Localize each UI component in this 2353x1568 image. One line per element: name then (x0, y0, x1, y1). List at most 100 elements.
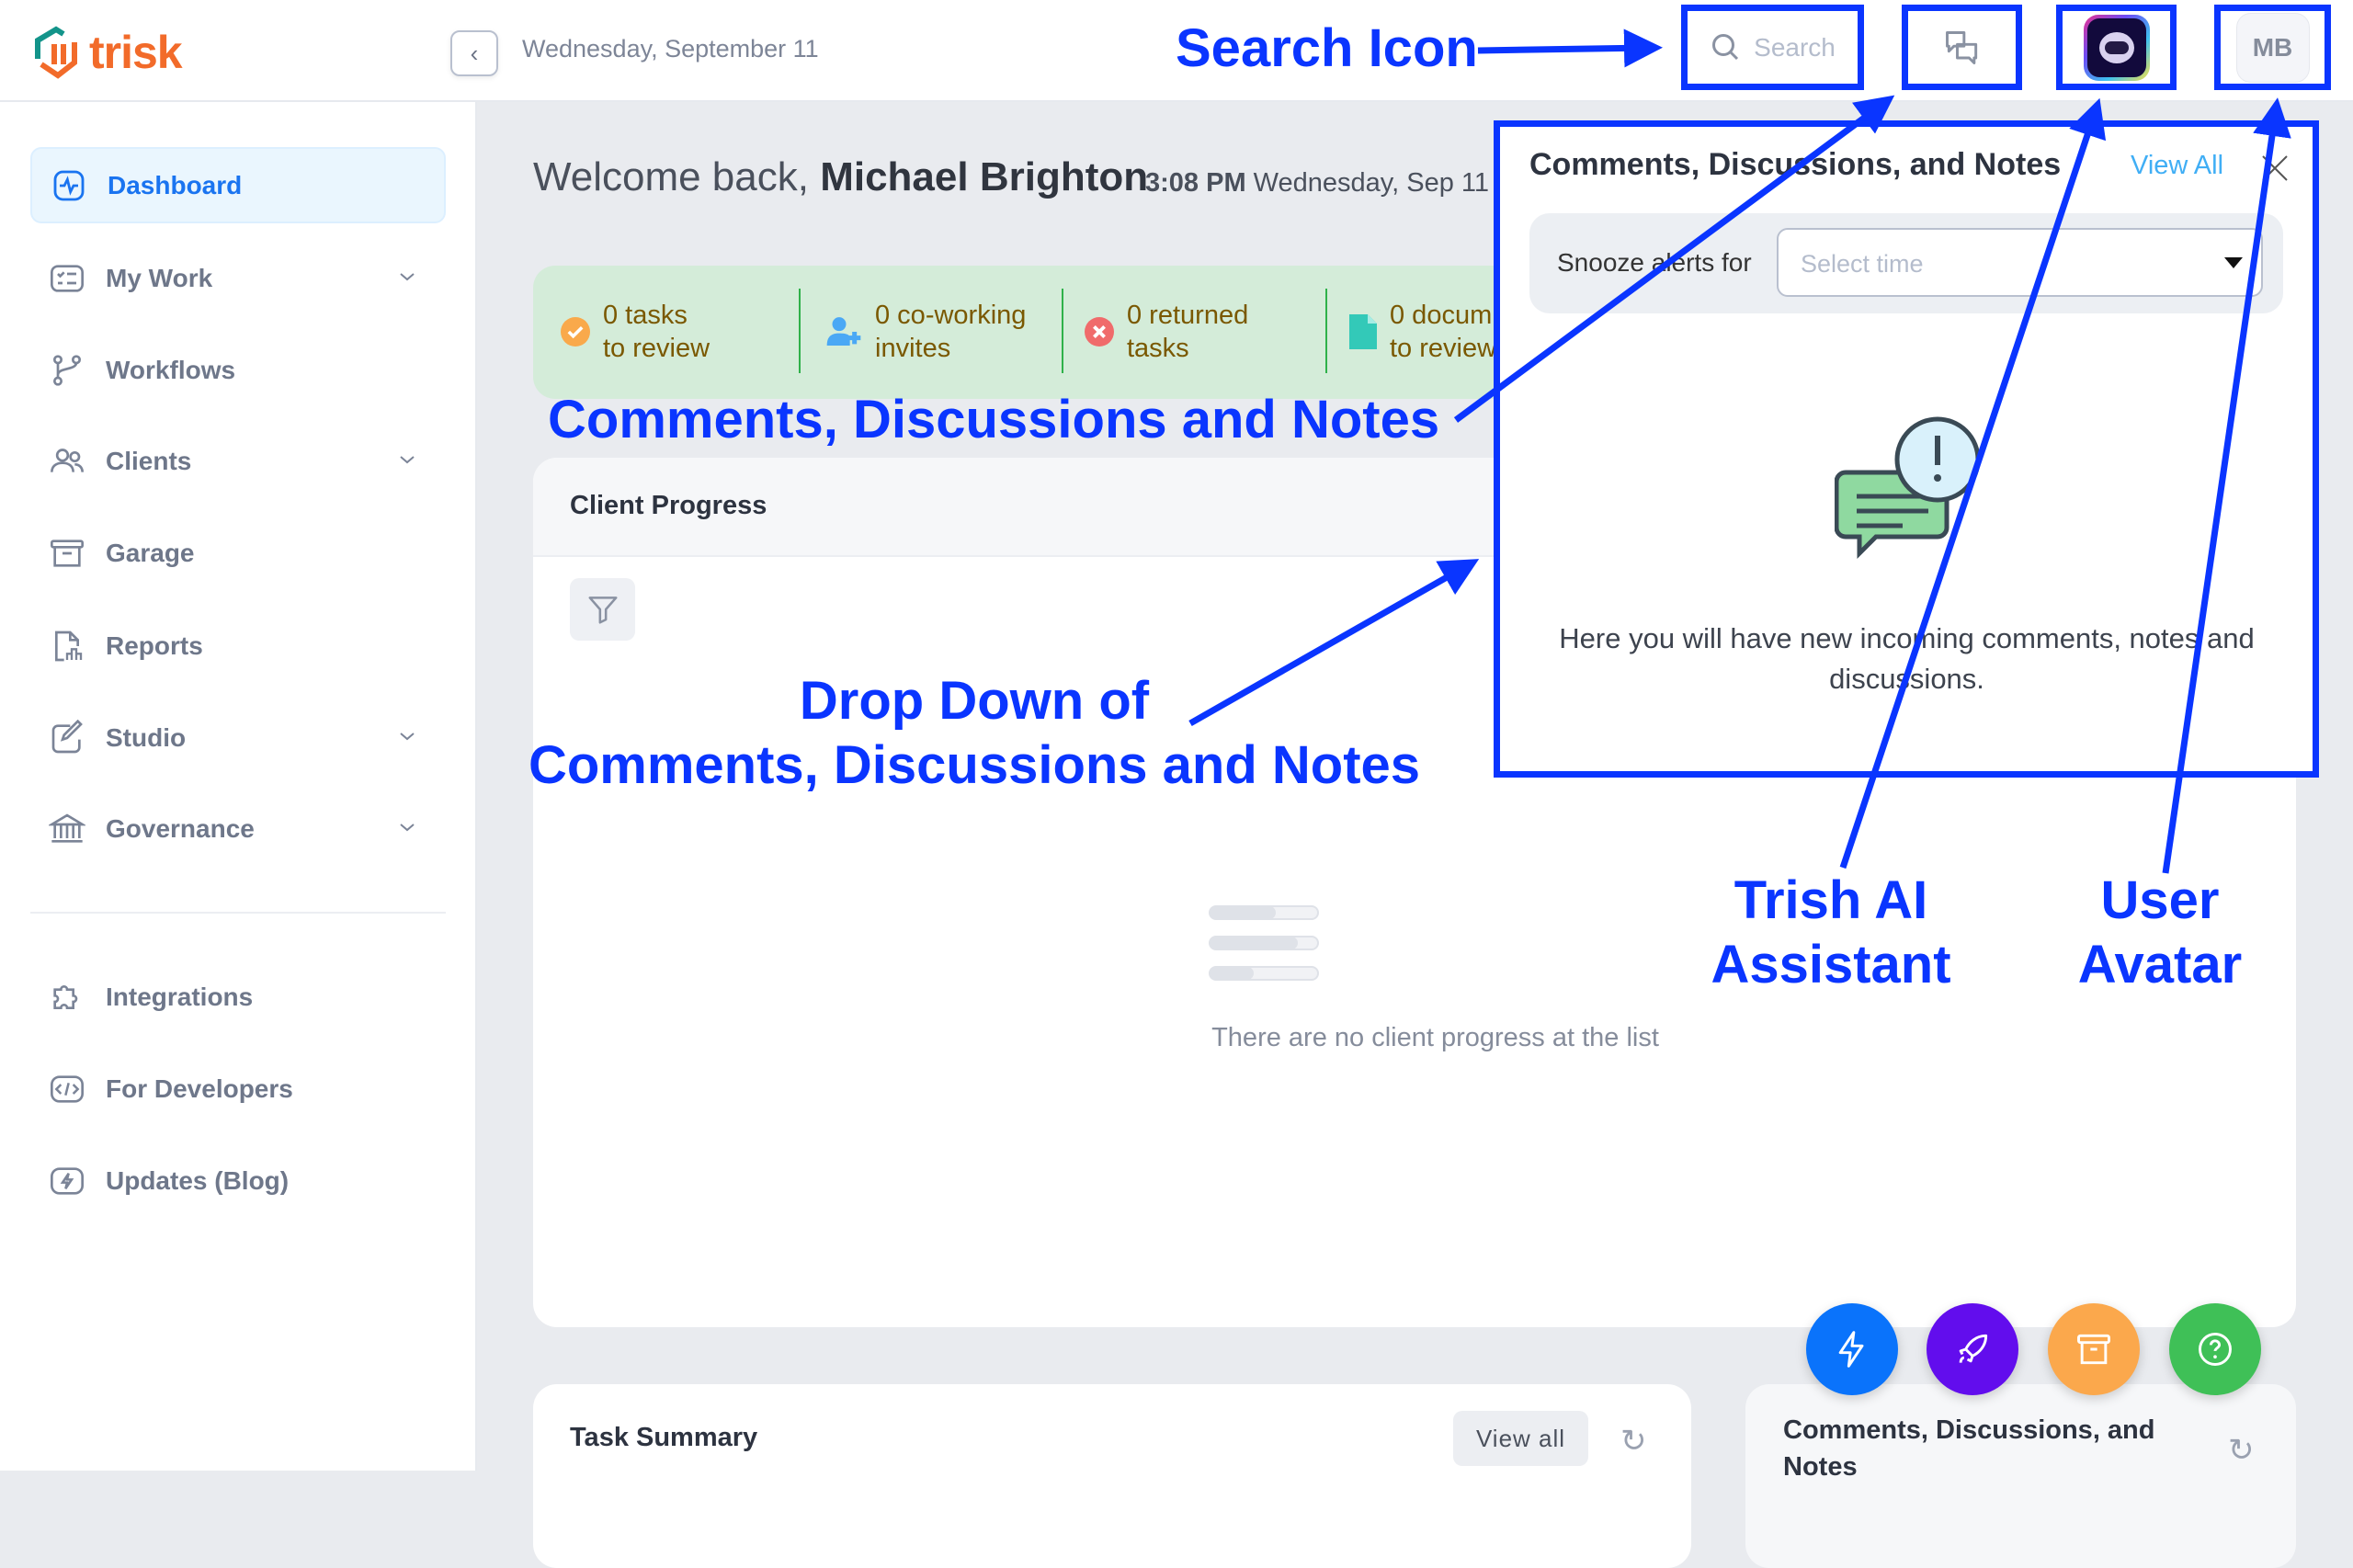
chevron-down-icon[interactable] (396, 816, 418, 838)
refresh-icon[interactable]: ↻ (1620, 1423, 1647, 1460)
stat-line2: to review (603, 334, 710, 363)
refresh-icon[interactable]: ↻ (2228, 1432, 2255, 1469)
sidebar-item-label: Integrations (106, 982, 254, 1011)
sidebar-item-workflows[interactable]: Workflows (30, 332, 446, 408)
sidebar-item-label: My Work (106, 263, 213, 292)
annotation-line: Comments, Discussions and Notes (528, 735, 1421, 795)
annotation-line: User (2100, 870, 2220, 930)
stat-divider (1325, 289, 1327, 373)
file-icon (1349, 314, 1377, 349)
stat-coworking-invites[interactable]: 0 co-working invites (825, 299, 1086, 365)
close-icon[interactable] (2261, 154, 2289, 182)
sidebar-item-reports[interactable]: Reports (30, 608, 446, 684)
comments-dropdown-panel: Comments, Discussions, and Notes View Al… (1494, 120, 2319, 778)
sidebar-item-label: Clients (106, 446, 192, 475)
task-summary-title: Task Summary (570, 1423, 758, 1452)
annotation-search-icon: Search Icon (1176, 18, 1478, 78)
sidebar-item-label: Studio (106, 722, 187, 752)
stats-bar: 0 tasks to review 0 co-working invites 0 r… (533, 266, 1544, 399)
comments-card: Comments, Discussions, and Notes ↻ (1745, 1384, 2296, 1568)
comments-button[interactable] (1902, 5, 2022, 90)
chevron-down-icon[interactable] (396, 449, 418, 471)
sidebar-item-label: Garage (106, 538, 195, 567)
help-fab[interactable] (2169, 1303, 2261, 1395)
code-icon (49, 1071, 85, 1108)
current-time: 3:08 PM Wednesday, Sep 11 (1145, 168, 1489, 199)
garage-fab[interactable] (2048, 1303, 2140, 1395)
sidebar-item-garage[interactable]: Garage (30, 515, 446, 591)
chevron-down-icon[interactable] (396, 725, 418, 747)
sidebar-item-governance[interactable]: Governance (30, 790, 446, 867)
welcome-message: Welcome back, Michael Brighton (533, 154, 1148, 200)
chat-bubbles-icon (1945, 30, 1977, 64)
sidebar-item-updates-blog[interactable]: Updates (Blog) (30, 1142, 446, 1219)
sidebar-item-label: Reports (106, 631, 203, 660)
sidebar-item-my-work[interactable]: My Work (30, 240, 446, 316)
filter-button[interactable] (570, 578, 635, 641)
client-progress-empty-text: There are no client progress at the list (1211, 1023, 1659, 1052)
logo-text: trisk (89, 27, 183, 78)
trish-ai-assistant-button[interactable] (2056, 5, 2177, 90)
sidebar-item-label: Workflows (106, 355, 236, 384)
git-branch-icon (49, 352, 85, 389)
caret-down-icon (2224, 257, 2243, 268)
stat-divider (1062, 289, 1063, 373)
annotation-line: Avatar (2077, 935, 2243, 994)
annotation-line: Trish AI (1733, 870, 1928, 930)
search-label: Search (1754, 32, 1836, 62)
select-placeholder: Select time (1801, 250, 1924, 278)
stat-tasks-to-review[interactable]: 0 tasks to review (561, 299, 778, 365)
stat-line1: 0 co-working (875, 301, 1027, 330)
welcome-prefix: Welcome back, (533, 154, 821, 199)
sidebar-item-for-developers[interactable]: For Developers (30, 1051, 446, 1127)
collapse-sidebar-button[interactable]: ‹ (450, 30, 498, 76)
annotation-comments: Comments, Discussions and Notes (548, 390, 1440, 449)
trisk-logo[interactable]: trisk (30, 24, 183, 81)
check-circle-icon (561, 317, 590, 347)
client-progress-title: Client Progress (570, 491, 767, 520)
search-button[interactable]: Search (1681, 5, 1864, 90)
annotation-trish-ai: Trish AI Assistant (1647, 869, 2015, 997)
header-date: Wednesday, September 11 (522, 35, 819, 62)
time-value: 3:08 PM (1145, 168, 1246, 198)
checklist-icon (49, 260, 85, 297)
quick-actions-fab[interactable] (1806, 1303, 1898, 1395)
sidebar-item-label: Updates (Blog) (106, 1165, 290, 1195)
sidebar-item-dashboard[interactable]: Dashboard (30, 147, 446, 223)
chevron-down-icon[interactable] (396, 266, 418, 288)
user-avatar-button[interactable]: MB (2214, 5, 2331, 90)
empty-list-icon (1209, 905, 1319, 981)
sidebar-item-label: Governance (106, 813, 255, 843)
report-icon (49, 628, 85, 665)
sidebar-item-label: Dashboard (108, 170, 243, 199)
search-icon (1712, 33, 1739, 60)
panel-view-all-link[interactable]: View All (2131, 151, 2223, 181)
sidebar-item-clients[interactable]: Clients (30, 423, 446, 499)
puzzle-icon (49, 979, 85, 1016)
time-date: Wednesday, Sep 11 (1253, 168, 1490, 198)
sidebar-item-label: For Developers (106, 1074, 293, 1103)
filter-icon (587, 597, 618, 624)
snooze-label: Snooze alerts for (1557, 248, 1752, 277)
task-summary-view-all-button[interactable]: View all (1453, 1411, 1588, 1466)
user-plus-icon (826, 317, 861, 346)
launch-fab[interactable] (1927, 1303, 2018, 1395)
stat-line2: tasks (1127, 334, 1189, 363)
snooze-time-select[interactable]: Select time (1777, 228, 2263, 297)
activity-icon (51, 167, 87, 204)
sidebar-item-integrations[interactable]: Integrations (30, 959, 446, 1035)
help-circle-icon (2199, 1333, 2232, 1366)
chevron-left-icon: ‹ (470, 39, 479, 67)
sidebar-divider (30, 912, 446, 914)
stat-returned-tasks[interactable]: 0 returned tasks (1085, 299, 1302, 365)
annotation-dropdown: Drop Down of Comments, Discussions and No… (515, 669, 1434, 798)
sidebar-item-studio[interactable]: Studio (30, 699, 446, 776)
trish-ai-icon (2083, 14, 2150, 81)
comments-card-title: Comments, Discussions, and Notes (1783, 1415, 2155, 1482)
panel-empty-text: Here you will have new incoming comments… (1559, 622, 2255, 695)
comments-empty-illustration (1835, 416, 1981, 560)
user-avatar: MB (2235, 12, 2310, 83)
bank-icon (49, 811, 85, 847)
stat-line1: 0 tasks (603, 301, 688, 330)
annotation-user-avatar: User Avatar (2022, 869, 2298, 997)
